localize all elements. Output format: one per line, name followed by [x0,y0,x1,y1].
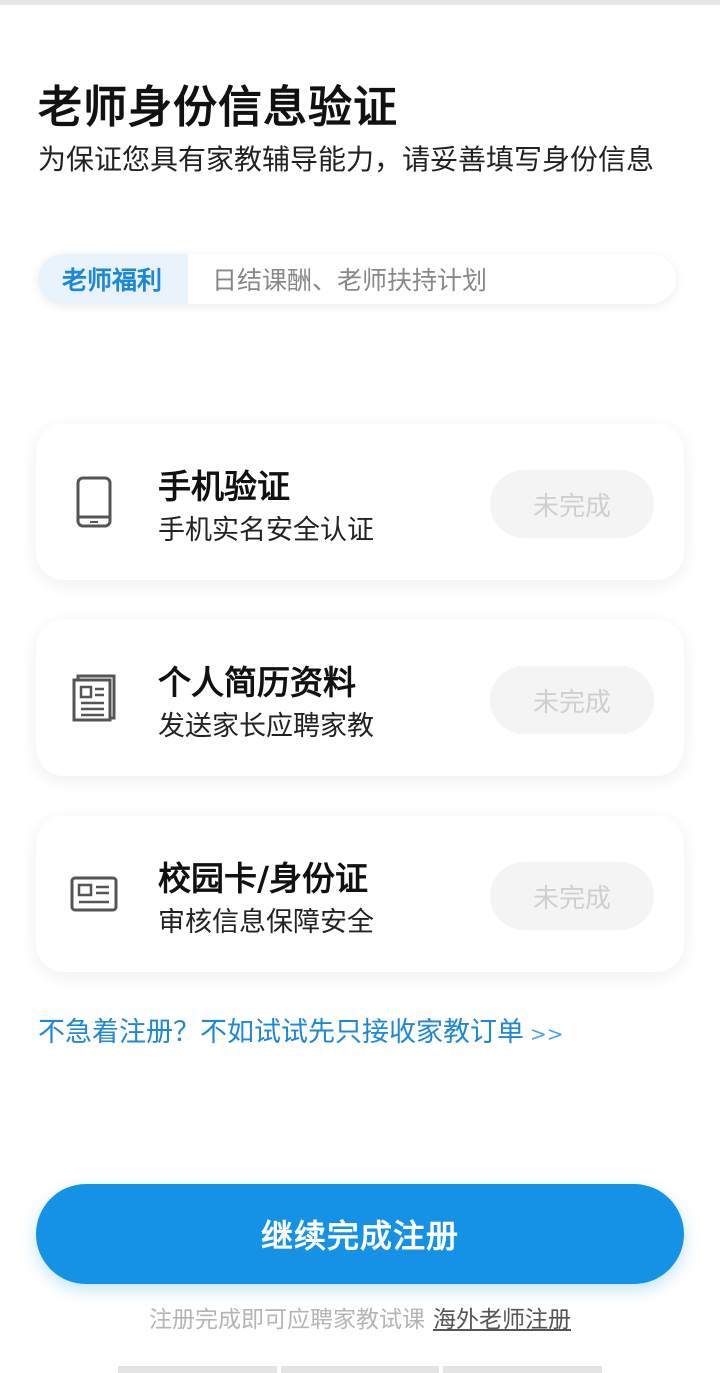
benefit-tag: 老师福利 [38,254,189,304]
card-id-verification[interactable]: 校园卡/身份证 审核信息保障安全 未完成 [36,816,684,972]
phone-icon [70,474,118,530]
page-subtitle: 为保证您具有家教辅导能力，请妥善填写身份信息 [38,143,655,176]
card-title: 手机验证 [158,467,290,506]
teacher-benefit-banner[interactable]: 老师福利 日结课酬、老师扶持计划 [38,254,676,304]
card-resume[interactable]: 个人简历资料 发送家长应聘家教 未完成 [36,620,684,776]
status-button[interactable]: 未完成 [490,470,654,538]
bottom-nav-indicator [118,1366,603,1373]
nav-indicator-segment [118,1366,277,1373]
nav-indicator-segment [443,1366,603,1373]
try-orders-link-text: 不急着注册？不如试试先只接收家教订单 [38,1017,524,1048]
try-orders-link[interactable]: 不急着注册？不如试试先只接收家教订单 >> [38,1010,564,1049]
card-title: 校园卡/身份证 [158,859,369,898]
page-title: 老师身份信息验证 [38,82,398,133]
card-description: 发送家长应聘家教 [158,711,374,742]
status-button[interactable]: 未完成 [490,666,654,734]
nav-indicator-segment [280,1366,440,1373]
footer: 注册完成即可应聘家教试课 海外老师注册 [0,1300,720,1334]
card-title: 个人简历资料 [158,663,356,702]
continue-registration-button[interactable]: 继续完成注册 [36,1184,684,1284]
status-bar-strip [0,0,720,5]
card-description: 手机实名安全认证 [158,515,374,546]
card-description: 审核信息保障安全 [158,907,374,938]
status-button[interactable]: 未完成 [490,862,654,930]
card-phone-verification[interactable]: 手机验证 手机实名安全认证 未完成 [36,424,684,580]
id-card-icon [70,866,118,922]
benefit-text: 日结课酬、老师扶持计划 [212,266,488,295]
double-chevron-right-icon: >> [530,1022,564,1046]
document-icon [70,670,118,726]
overseas-teacher-register-link[interactable]: 海外老师注册 [433,1307,571,1333]
footer-note: 注册完成即可应聘家教试课 [149,1307,425,1333]
